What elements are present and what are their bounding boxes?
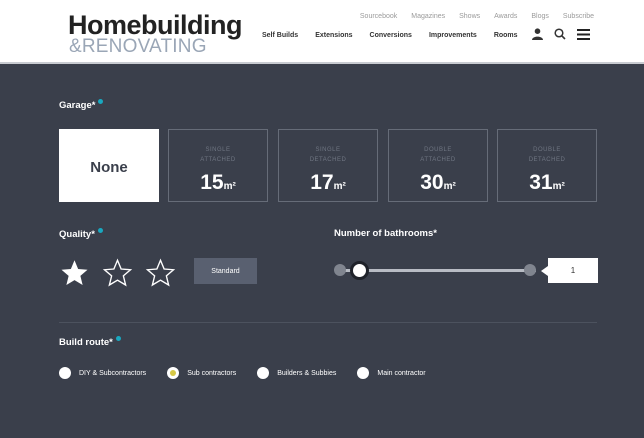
garage-option-size: 31m² <box>529 171 565 194</box>
top-link-sourcebook[interactable]: Sourcebook <box>360 13 397 20</box>
bathrooms-value-pointer <box>541 266 548 276</box>
garage-option-size: 30m² <box>420 171 456 194</box>
garage-option-size: 15m² <box>200 171 236 194</box>
garage-label-text: Garage* <box>59 100 96 111</box>
bathrooms-slider-min <box>334 264 346 276</box>
top-link-subscribe[interactable]: Subscribe <box>563 13 594 20</box>
route-option-label: DIY & Subcontractors <box>79 369 147 377</box>
site-logo[interactable]: Homebuilding &RENOVATING <box>68 12 258 60</box>
quality-label: Quality* <box>59 228 103 240</box>
nav-conversions[interactable]: Conversions <box>370 32 412 39</box>
build-route-label-text: Build route* <box>59 337 113 348</box>
star-outline-icon[interactable] <box>145 258 176 288</box>
garage-option-type: SINGLE ATTACHED <box>200 147 236 163</box>
bathrooms-label: Number of bathrooms* <box>334 228 437 239</box>
garage-option-single-attached[interactable]: SINGLE ATTACHED 15m² <box>168 129 268 202</box>
bathrooms-value-field[interactable]: 1 <box>548 258 598 283</box>
garage-option-type: SINGLE DETACHED <box>309 147 347 163</box>
top-link-blogs[interactable]: Blogs <box>531 13 549 20</box>
route-option-sub-contractors[interactable]: Sub contractors <box>167 367 236 379</box>
route-option-diy[interactable]: DIY & Subcontractors <box>59 367 146 379</box>
top-link-magazines[interactable]: Magazines <box>411 13 445 20</box>
garage-option-double-attached[interactable]: DOUBLE ATTACHED 30m² <box>388 129 488 202</box>
garage-option-size: 17m² <box>310 171 346 194</box>
route-option-label: Builders & Subbies <box>277 369 337 377</box>
top-link-awards[interactable]: Awards <box>494 13 517 20</box>
header-icons <box>530 27 590 41</box>
garage-label: Garage* <box>59 99 104 111</box>
garage-option-type: DOUBLE DETACHED <box>528 147 566 163</box>
nav-extensions[interactable]: Extensions <box>315 32 352 39</box>
build-route-info-icon[interactable] <box>115 336 121 341</box>
build-route-options: DIY & Subcontractors Sub contractors Bui… <box>59 367 426 379</box>
bathrooms-slider-track[interactable] <box>340 269 536 272</box>
site-header: Homebuilding &RENOVATING Sourcebook Maga… <box>0 0 644 64</box>
garage-option-double-detached[interactable]: DOUBLE DETACHED 31m² <box>497 129 597 202</box>
garage-option-none[interactable]: None <box>59 129 159 202</box>
top-links: Sourcebook Magazines Shows Awards Blogs … <box>360 13 594 20</box>
search-icon[interactable] <box>553 27 567 41</box>
radio-button[interactable] <box>59 367 71 379</box>
main-nav: Self Builds Extensions Conversions Impro… <box>262 32 518 39</box>
quality-label-text: Quality* <box>59 229 95 240</box>
route-option-main-contractor[interactable]: Main contractor <box>357 367 426 379</box>
route-option-label: Sub contractors <box>187 369 237 377</box>
menu-icon[interactable] <box>576 27 590 41</box>
star-filled-icon[interactable] <box>59 258 90 288</box>
section-divider <box>59 322 597 323</box>
nav-improvements[interactable]: Improvements <box>429 32 477 39</box>
garage-info-icon[interactable] <box>98 99 104 104</box>
quality-info-icon[interactable] <box>97 228 103 233</box>
nav-self-builds[interactable]: Self Builds <box>262 32 298 39</box>
bathrooms-slider-max <box>524 264 536 276</box>
user-icon[interactable] <box>530 27 544 41</box>
build-route-label: Build route* <box>59 336 121 348</box>
star-outline-icon[interactable] <box>102 258 133 288</box>
radio-button[interactable] <box>257 367 270 379</box>
logo-wordmark-top: Homebuilding <box>68 10 242 40</box>
quality-rating <box>59 258 176 288</box>
top-link-shows[interactable]: Shows <box>459 13 480 20</box>
nav-rooms[interactable]: Rooms <box>494 32 518 39</box>
route-option-label: Main contractor <box>377 369 426 377</box>
radio-button[interactable] <box>357 367 370 379</box>
quality-badge: Standard <box>194 258 257 284</box>
route-option-builders-subbies[interactable]: Builders & Subbies <box>257 367 336 379</box>
bathrooms-slider-thumb[interactable] <box>350 261 369 280</box>
radio-button-checked[interactable] <box>167 367 180 379</box>
garage-option-none-label: None <box>90 159 128 176</box>
calculator-page: Homebuilding &RENOVATING Sourcebook Maga… <box>0 0 644 438</box>
garage-option-single-detached[interactable]: SINGLE DETACHED 17m² <box>278 129 378 202</box>
garage-option-type: DOUBLE ATTACHED <box>420 147 456 163</box>
logo-wordmark-bottom: &RENOVATING <box>69 36 207 57</box>
